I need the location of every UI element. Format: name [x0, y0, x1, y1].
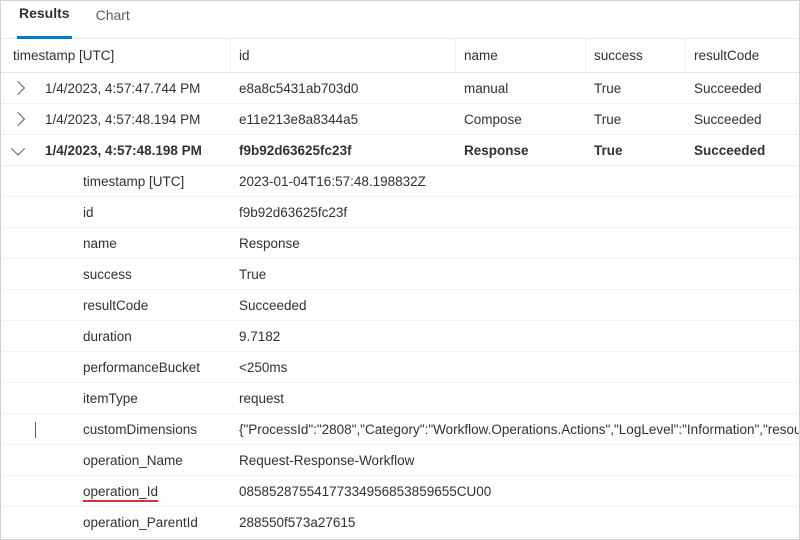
- cell-success: True: [586, 75, 686, 102]
- cell-timestamp: 1/4/2023, 4:57:48.194 PM: [37, 106, 208, 133]
- cell-resultcode: Succeeded: [686, 75, 800, 102]
- col-timestamp[interactable]: timestamp [UTC]: [1, 39, 231, 72]
- col-name[interactable]: name: [456, 39, 586, 72]
- cell-success: True: [586, 106, 686, 133]
- cell-resultcode: Succeeded: [686, 137, 800, 164]
- detail-key-timestamp: timestamp [UTC]: [49, 174, 231, 189]
- detail-val-timestamp: 2023-01-04T16:57:48.198832Z: [231, 168, 799, 195]
- chevron-right-icon[interactable]: [35, 422, 36, 438]
- detail-key-operation-id: operation_Id: [49, 484, 231, 499]
- detail-key-name: name: [49, 236, 231, 251]
- tab-results[interactable]: Results: [17, 0, 72, 39]
- detail-key-customdimensions: customDimensions: [49, 422, 231, 437]
- table-row[interactable]: 1/4/2023, 4:57:48.194 PM e11e213e8a8344a…: [1, 104, 799, 135]
- detail-key-id: id: [49, 205, 231, 220]
- table-row[interactable]: 1/4/2023, 4:57:47.744 PM e8a8c5431ab703d…: [1, 73, 799, 104]
- detail-val-itemtype: request: [231, 385, 799, 412]
- col-success[interactable]: success: [586, 39, 686, 72]
- detail-val-operation-id: 08585287554177334956853859655CU00: [231, 478, 799, 505]
- cell-id: e11e213e8a8344a5: [231, 106, 456, 133]
- cell-id: f9b92d63625fc23f: [231, 137, 456, 164]
- detail-val-operation-name: Request-Response-Workflow: [231, 447, 799, 474]
- cell-name: Compose: [456, 106, 586, 133]
- detail-key-success: success: [49, 267, 231, 282]
- cell-id: e8a8c5431ab703d0: [231, 75, 456, 102]
- detail-key-operation-parentid: operation_ParentId: [49, 515, 231, 530]
- col-resultcode[interactable]: resultCode: [686, 39, 800, 72]
- detail-key-itemtype: itemType: [49, 391, 231, 406]
- detail-val-performancebucket: <250ms: [231, 354, 799, 381]
- cell-success: True: [586, 137, 686, 164]
- detail-val-id: f9b92d63625fc23f: [231, 199, 799, 226]
- cell-resultcode: Succeeded: [686, 106, 800, 133]
- detail-val-name: Response: [231, 230, 799, 257]
- detail-key-duration: duration: [49, 329, 231, 344]
- results-table: timestamp [UTC] id name success resultCo…: [1, 39, 799, 538]
- detail-val-customdimensions: {"ProcessId":"2808","Category":"Workflow…: [231, 416, 799, 443]
- detail-val-resultcode: Succeeded: [231, 292, 799, 319]
- chevron-right-icon[interactable]: [11, 112, 25, 126]
- detail-val-operation-parentid: 288550f573a27615: [231, 509, 799, 536]
- detail-key-resultcode: resultCode: [49, 298, 231, 313]
- tab-chart[interactable]: Chart: [94, 0, 132, 38]
- row-details: timestamp [UTC]2023-01-04T16:57:48.19883…: [1, 166, 799, 538]
- detail-val-duration: 9.7182: [231, 323, 799, 350]
- results-panel: Results Chart timestamp [UTC] id name su…: [0, 0, 800, 540]
- cell-timestamp: 1/4/2023, 4:57:47.744 PM: [37, 75, 208, 102]
- detail-key-operation-name: operation_Name: [49, 453, 231, 468]
- cell-name: manual: [456, 75, 586, 102]
- cell-timestamp: 1/4/2023, 4:57:48.198 PM: [37, 137, 210, 164]
- chevron-down-icon[interactable]: [11, 142, 25, 156]
- detail-key-performancebucket: performanceBucket: [49, 360, 231, 375]
- tabs-bar: Results Chart: [1, 1, 799, 39]
- table-header: timestamp [UTC] id name success resultCo…: [1, 39, 799, 73]
- table-row-expanded[interactable]: 1/4/2023, 4:57:48.198 PM f9b92d63625fc23…: [1, 135, 799, 166]
- col-id[interactable]: id: [231, 39, 456, 72]
- cell-name: Response: [456, 137, 586, 164]
- chevron-right-icon[interactable]: [11, 81, 25, 95]
- detail-val-success: True: [231, 261, 799, 288]
